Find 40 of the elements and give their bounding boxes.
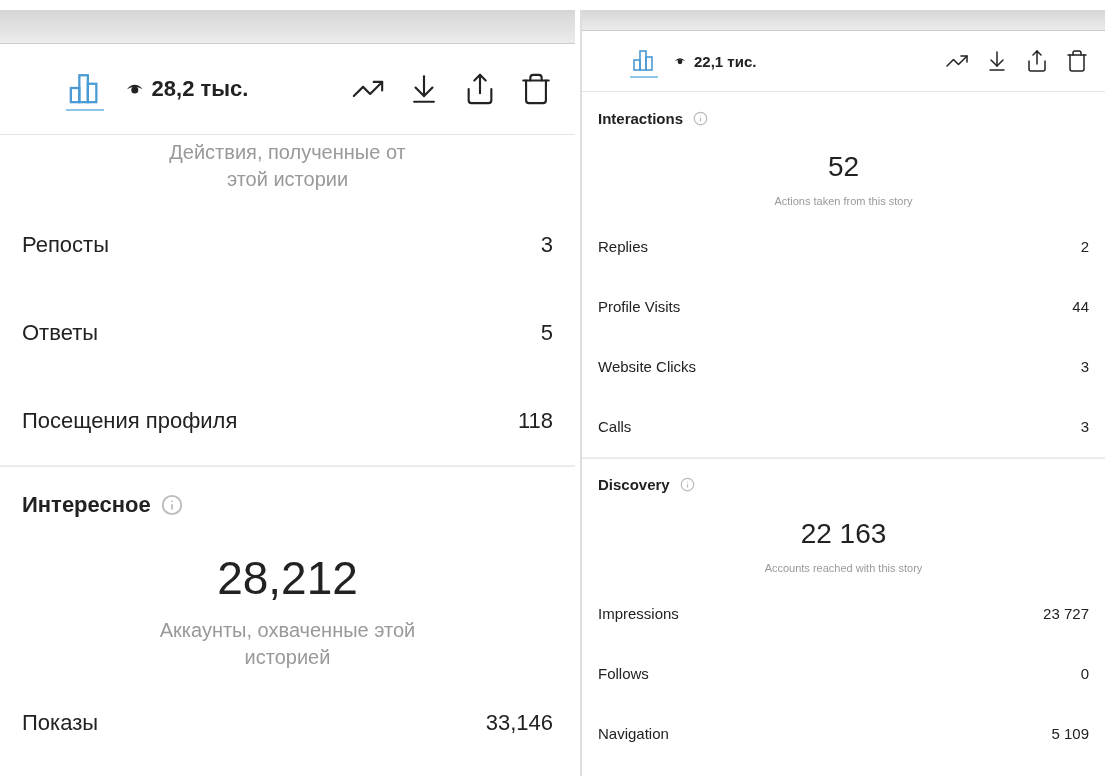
caption: Actions taken from this story [774, 194, 913, 209]
metric-label: Calls [598, 418, 632, 436]
section-title: Interactions [598, 109, 684, 127]
metric-value: 23 727 [1043, 605, 1089, 623]
metric-label: Репосты [22, 232, 109, 258]
metric-label: Replies [598, 238, 649, 256]
metric-value: 44 [1072, 298, 1089, 316]
share-icon[interactable] [1025, 49, 1049, 73]
views-count: 28,2 тыс. [151, 76, 249, 102]
delete-icon[interactable] [1065, 49, 1089, 73]
metric-label: Показы [22, 710, 99, 736]
section-title: Discovery [598, 476, 670, 494]
caption: Accounts reached with this story [764, 560, 923, 576]
eye-icon [674, 56, 686, 66]
views-count: 22,1 тис. [694, 52, 757, 70]
metric-value: 0 [1080, 665, 1089, 683]
total-count: 52 [826, 150, 861, 184]
metric-label: Website Clicks [598, 358, 697, 376]
metric-value: 33,146 [485, 710, 553, 736]
caption: Действия, полученные от этой истории [168, 140, 407, 192]
metric-value: 5 [540, 320, 553, 346]
metric-value: 118 [517, 408, 553, 434]
metric-value: 5 109 [1051, 725, 1089, 743]
bar-chart-icon [632, 48, 656, 72]
metric-label: Посещения профиля [22, 408, 238, 434]
metric-value: 3 [540, 232, 553, 258]
metric-value: 3 [1080, 418, 1089, 436]
metric-label: Profile Visits [598, 298, 681, 316]
metric-label: Navigation [598, 725, 669, 743]
metric-label: Ответы [22, 320, 99, 346]
metric-label: Follows [598, 665, 649, 683]
metric-label: Impressions [598, 605, 679, 623]
metric-value: 2 [1080, 238, 1089, 256]
caption: Аккаунты, охваченные этой историей [158, 618, 417, 670]
delete-icon[interactable] [519, 72, 553, 106]
metric-value: 3 [1080, 358, 1089, 376]
total-count: 28,212 [216, 551, 359, 606]
total-count: 22 163 [799, 516, 888, 551]
eye-icon [126, 82, 144, 96]
section-title: Интересное [22, 492, 151, 518]
